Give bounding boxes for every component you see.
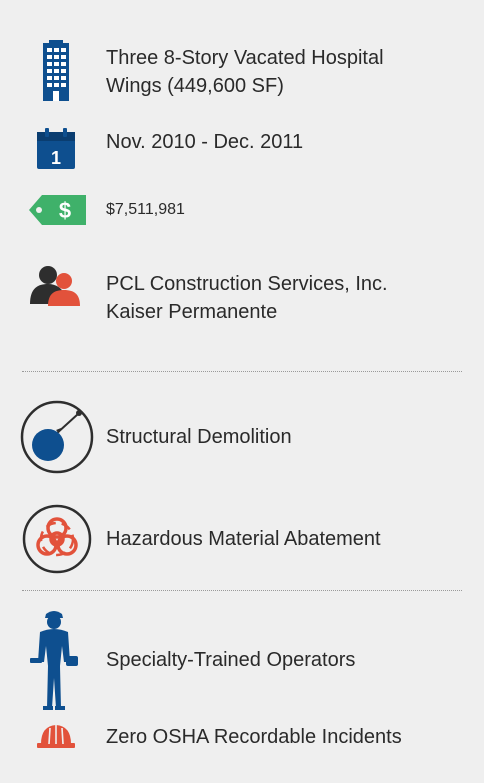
wrecking-ball-icon — [20, 400, 94, 474]
project-facts-panel: Three 8-Story Vacated Hospital Wings (44… — [0, 0, 484, 783]
price-tag-icon: $ — [28, 194, 88, 226]
calendar-day: 1 — [51, 148, 61, 168]
service-hazardous-material-abatement: Hazardous Material Abatement — [106, 528, 381, 550]
contractor-name: PCL Construction Services, Inc. — [106, 273, 388, 295]
service-structural-demolition: Structural Demolition — [106, 426, 292, 448]
project-dates: Nov. 2010 - Dec. 2011 — [106, 131, 304, 153]
worker-icon — [26, 608, 82, 712]
safety-specialty-trained-operators: Specialty-Trained Operators — [106, 649, 356, 671]
building-description-line2: Wings (449,600 SF) — [106, 75, 284, 97]
section-divider — [22, 371, 462, 372]
client-info: PCL Construction Services, Inc. Kaiser P… — [106, 270, 388, 326]
building-description: Three 8-Story Vacated Hospital Wings (44… — [106, 44, 384, 100]
section-divider — [22, 590, 462, 591]
biohazard-icon — [22, 504, 92, 574]
price-symbol: $ — [59, 198, 71, 223]
safety-zero-osha-incidents: Zero OSHA Recordable Incidents — [106, 726, 402, 748]
building-description-line1: Three 8-Story Vacated Hospital — [106, 47, 384, 69]
hard-hat-icon — [36, 722, 76, 750]
owner-name: Kaiser Permanente — [106, 301, 278, 323]
people-icon — [26, 264, 82, 306]
calendar-icon: 1 — [36, 128, 76, 170]
building-icon — [40, 40, 72, 102]
project-cost: $7,511,981 — [106, 201, 185, 218]
